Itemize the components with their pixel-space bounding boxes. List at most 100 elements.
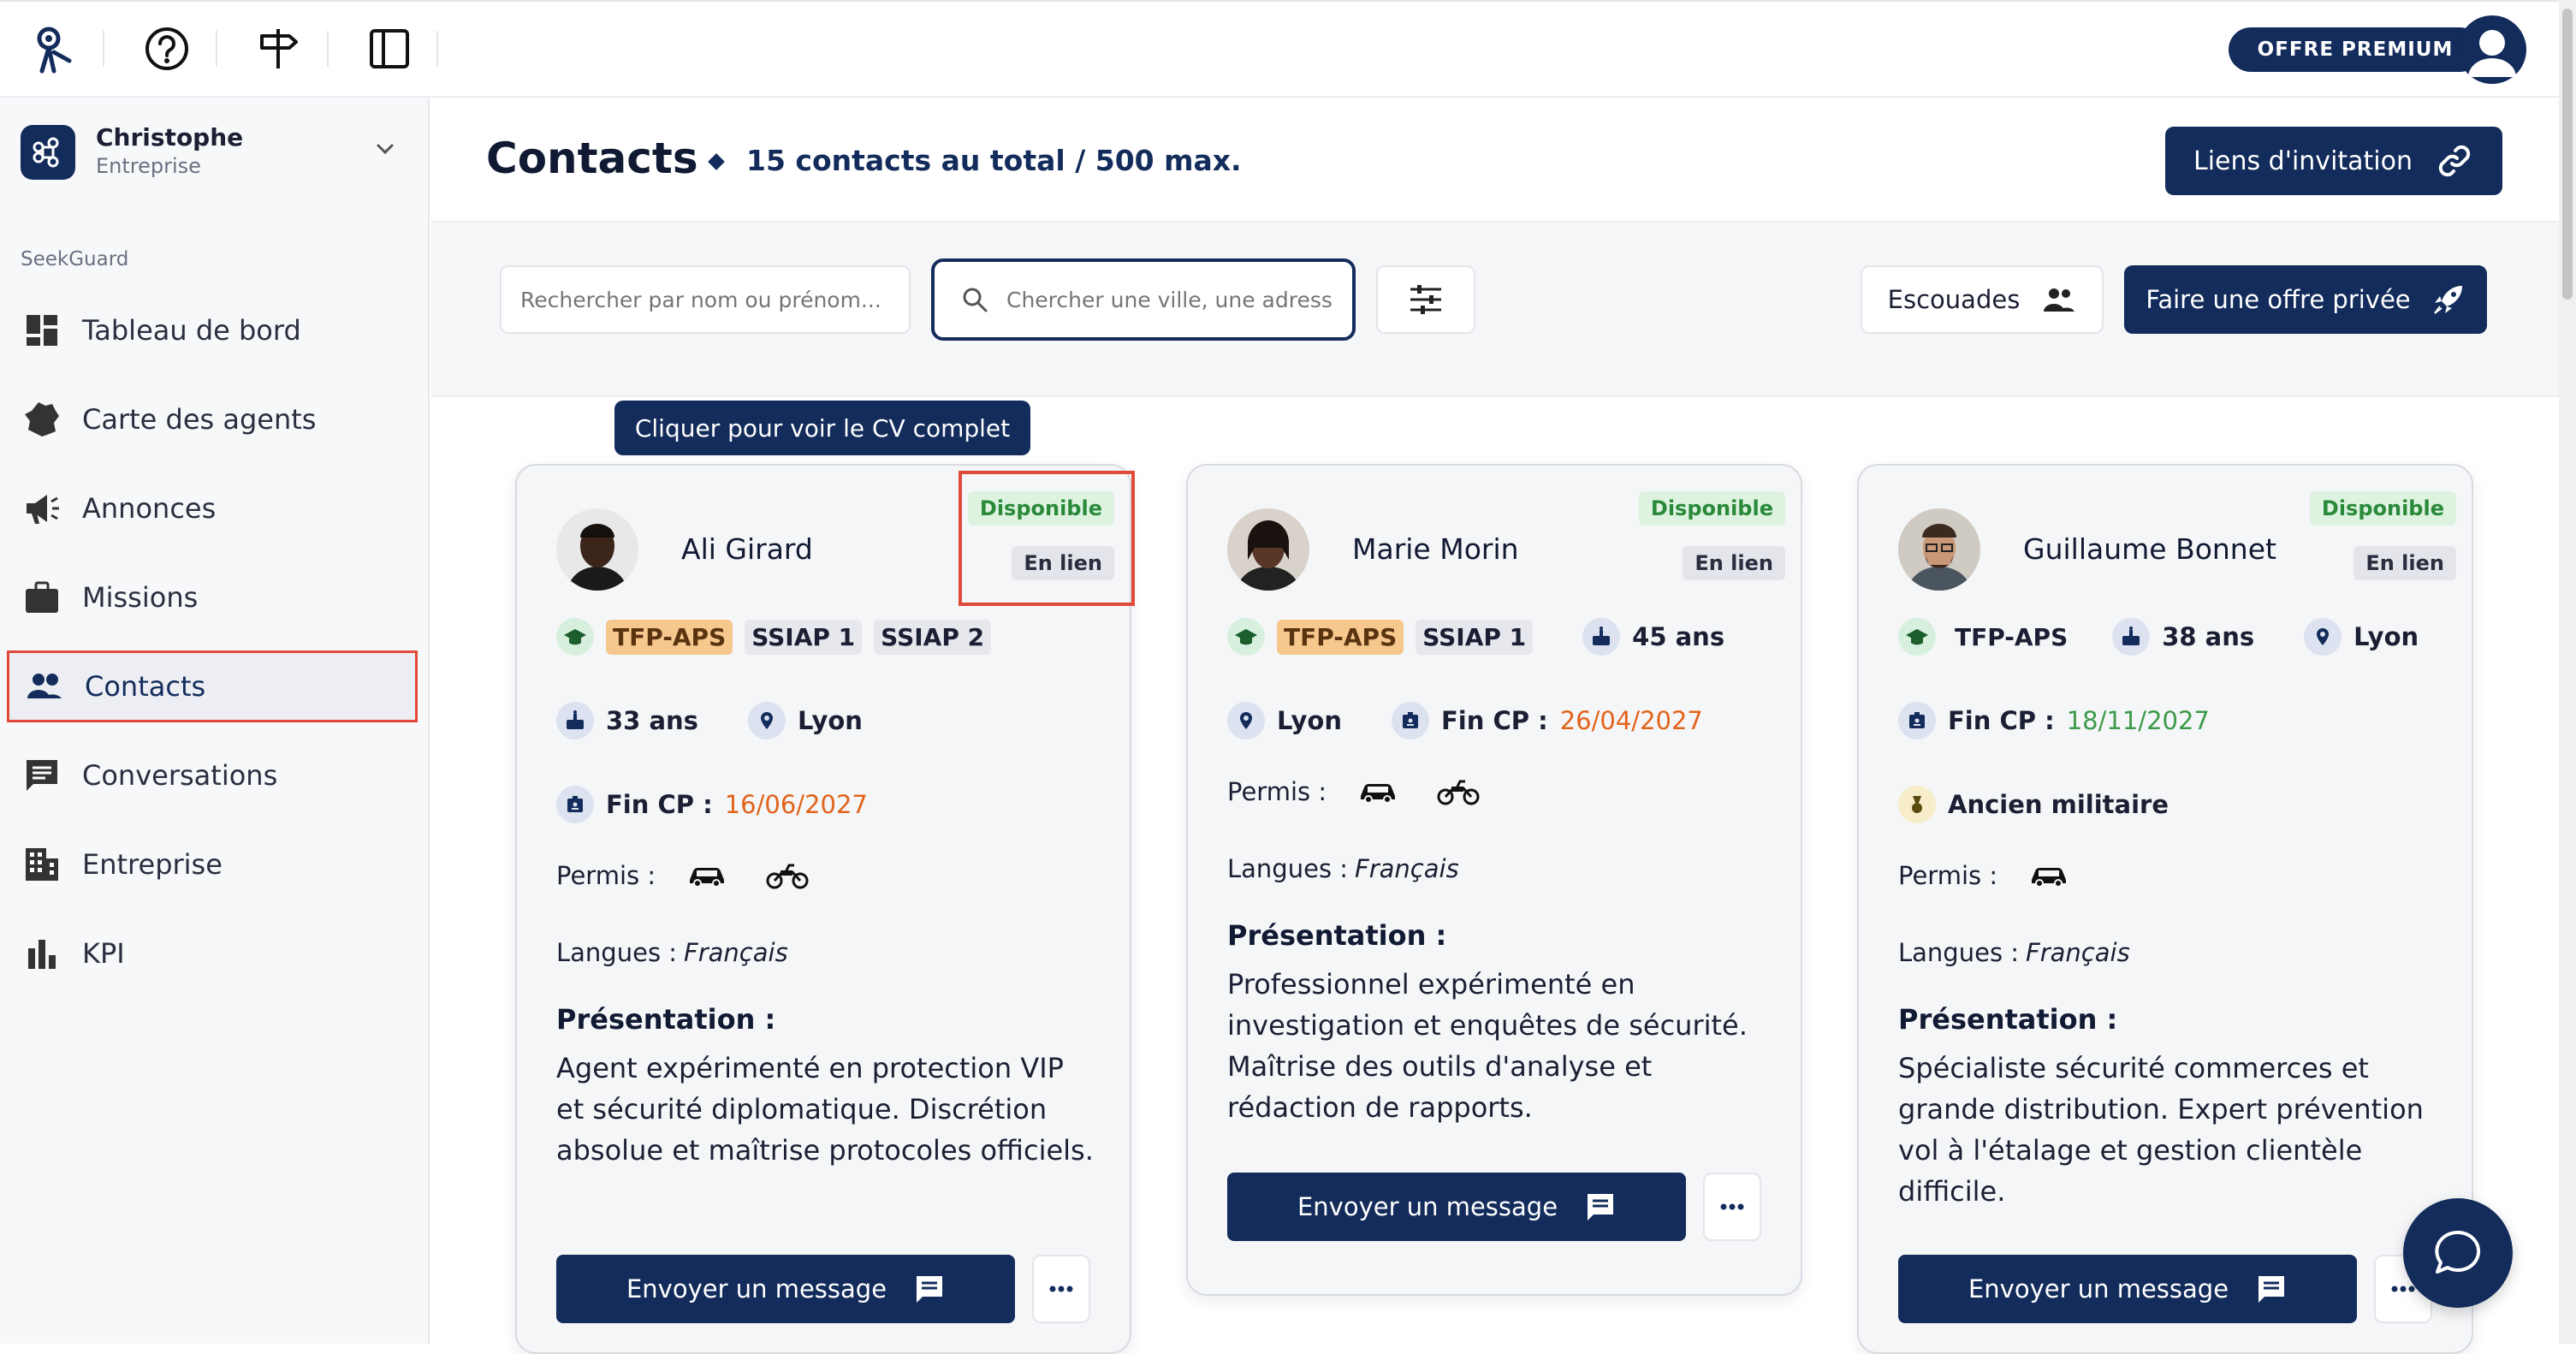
sidebar-item-dashboard[interactable]: Tableau de bord xyxy=(7,294,418,366)
megaphone-icon xyxy=(22,489,62,528)
contact-card[interactable]: Marie Morin Disponible En lien TFP-APS S… xyxy=(1186,464,1802,1296)
sidebar-item-announcements[interactable]: Annonces xyxy=(7,472,418,544)
sidebar-item-label: Tableau de bord xyxy=(82,314,301,347)
presentation-text: Professionnel expérimenté en investigati… xyxy=(1227,968,1748,1124)
chat-icon xyxy=(22,756,62,795)
support-chat-button[interactable] xyxy=(2403,1198,2513,1308)
send-message-button[interactable]: Envoyer un message xyxy=(556,1255,1015,1323)
more-options-button[interactable] xyxy=(1032,1255,1090,1323)
car-icon xyxy=(1357,779,1398,805)
scrollbar-thumb[interactable] xyxy=(2562,9,2573,300)
france-map-icon xyxy=(22,400,62,439)
status-highlight-box xyxy=(959,471,1135,606)
message-icon xyxy=(914,1274,945,1304)
contact-photo[interactable] xyxy=(1898,508,1980,591)
sliders-icon xyxy=(1407,281,1445,318)
building-icon xyxy=(22,845,62,884)
user-avatar[interactable] xyxy=(2458,15,2526,84)
people-icon xyxy=(25,667,64,706)
search-name-input[interactable] xyxy=(500,265,911,334)
help-icon[interactable] xyxy=(137,19,197,79)
sidebar-item-kpi[interactable]: KPI xyxy=(7,918,418,989)
fin-cp-date: 18/11/2027 xyxy=(2066,706,2210,735)
city-fin-cp-row: Lyon Fin CP : 26/04/2027 xyxy=(1227,702,1703,739)
private-offer-label: Faire une offre privée xyxy=(2146,285,2411,314)
squads-label: Escouades xyxy=(1887,285,2021,314)
private-offer-button[interactable]: Faire une offre privée xyxy=(2124,265,2487,334)
contact-photo[interactable] xyxy=(1227,508,1309,591)
sidebar-item-label: Conversations xyxy=(82,759,278,792)
sidebar-item-map[interactable]: Carte des agents xyxy=(7,383,418,455)
contact-city: Lyon xyxy=(797,706,863,735)
send-message-label: Envoyer un message xyxy=(626,1274,887,1304)
message-icon xyxy=(1585,1191,1616,1222)
squads-button[interactable]: Escouades xyxy=(1861,265,2104,334)
contact-age: 38 ans xyxy=(2162,622,2255,651)
chevron-down-icon[interactable] xyxy=(373,137,397,161)
sidebar-toggle-icon[interactable] xyxy=(359,19,419,79)
contact-photo[interactable] xyxy=(556,508,638,591)
send-message-button[interactable]: Envoyer un message xyxy=(1898,1255,2357,1323)
message-icon xyxy=(2256,1274,2287,1304)
car-icon xyxy=(2028,863,2069,888)
premium-offer-button[interactable]: OFFRE PREMIUM xyxy=(2229,27,2482,72)
contact-card[interactable]: Guillaume Bonnet Disponible En lien TFP-… xyxy=(1857,464,2473,1354)
ancien-militaire-label: Ancien militaire xyxy=(1948,790,2169,819)
langues-label: Langues : xyxy=(1898,938,2020,967)
permis-row: Permis : xyxy=(1898,861,2069,890)
invitation-links-button[interactable]: Liens d'invitation xyxy=(2165,127,2502,195)
presentation-text: Spécialiste sécurité commerces et grande… xyxy=(1898,1052,2424,1208)
contact-name[interactable]: Guillaume Bonnet xyxy=(2023,532,2276,566)
contact-city: Lyon xyxy=(1277,706,1342,735)
send-message-button[interactable]: Envoyer un message xyxy=(1227,1173,1686,1241)
briefcase-icon xyxy=(22,578,62,617)
sidebar-item-conversations[interactable]: Conversations xyxy=(7,739,418,811)
contact-age: 45 ans xyxy=(1632,622,1725,651)
presentation-text: Agent expérimenté en protection VIP et s… xyxy=(556,1052,1094,1167)
filter-settings-button[interactable] xyxy=(1376,265,1475,334)
certification-tag: TFP-APS xyxy=(1955,622,2069,651)
presentation-title: Présentation : xyxy=(556,1003,776,1036)
contact-age: 33 ans xyxy=(606,706,698,735)
workspace-name[interactable]: Christophe xyxy=(96,123,243,151)
search-city-input[interactable] xyxy=(1005,286,1333,313)
id-badge-icon xyxy=(1898,702,1936,739)
langue-value: Français xyxy=(1355,854,1459,883)
contact-name[interactable]: Marie Morin xyxy=(1352,532,1519,566)
fin-cp-label: Fin CP : xyxy=(606,790,713,819)
more-dots-icon xyxy=(2390,1285,2416,1293)
permis-label: Permis : xyxy=(556,861,656,890)
contact-name[interactable]: Ali Girard xyxy=(681,532,813,566)
permis-row: Permis : xyxy=(1227,777,1481,806)
sidebar-item-contacts[interactable]: Contacts xyxy=(7,650,418,722)
birthday-cake-icon xyxy=(556,702,594,739)
sidebar-item-missions[interactable]: Missions xyxy=(7,561,418,633)
toolbar-separator xyxy=(327,31,329,67)
car-icon xyxy=(686,863,727,888)
sidebar-item-label: Carte des agents xyxy=(82,403,317,436)
certifications-row: TFP-APS SSIAP 1 SSIAP 2 xyxy=(556,618,992,656)
contacts-count: 15 contacts au total / 500 max. xyxy=(746,144,1242,177)
signpost-icon[interactable] xyxy=(248,19,308,79)
birthday-cake-icon xyxy=(2112,618,2151,656)
relation-badge: En lien xyxy=(1683,546,1785,580)
search-city-field[interactable] xyxy=(931,258,1356,341)
sidebar-item-label: KPI xyxy=(82,937,125,970)
sidebar-item-company[interactable]: Entreprise xyxy=(7,828,418,900)
fin-cp-label: Fin CP : xyxy=(1440,706,1548,735)
more-options-button[interactable] xyxy=(1703,1173,1761,1241)
seekguard-logo-icon[interactable] xyxy=(24,19,84,79)
permis-row: Permis : xyxy=(556,861,810,890)
certification-tag: SSIAP 1 xyxy=(1416,619,1534,655)
permis-label: Permis : xyxy=(1898,861,1998,890)
graduation-cap-icon xyxy=(1898,618,1936,656)
sidebar-item-label: Entreprise xyxy=(82,848,223,881)
rocket-icon xyxy=(2431,282,2466,317)
sidebar-item-label: Annonces xyxy=(82,492,217,525)
workspace-logo-icon[interactable] xyxy=(21,125,75,180)
dashboard-icon xyxy=(22,311,62,350)
location-pin-icon xyxy=(747,702,786,739)
permis-label: Permis : xyxy=(1227,777,1327,806)
presentation-title: Présentation : xyxy=(1227,919,1447,952)
medal-icon xyxy=(1898,786,1936,823)
